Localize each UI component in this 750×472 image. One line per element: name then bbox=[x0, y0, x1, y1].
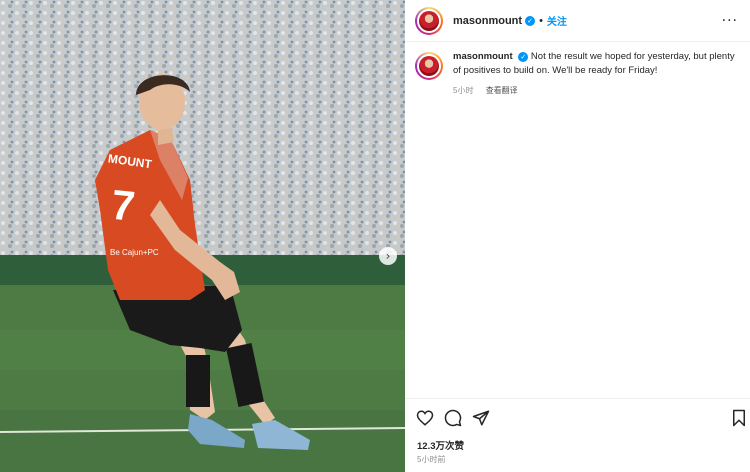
send-icon[interactable] bbox=[472, 409, 490, 427]
caption-username[interactable]: masonmount bbox=[453, 51, 513, 62]
action-bar bbox=[405, 398, 750, 438]
caption-time: 5小时 bbox=[453, 86, 474, 95]
post-detail-panel: masonmount ✓ • 关注 ··· masonmount ✓ Not t… bbox=[405, 0, 750, 472]
post-header: masonmount ✓ • 关注 ··· bbox=[405, 0, 750, 42]
post-author-username[interactable]: masonmount bbox=[453, 15, 522, 27]
post-photo: MOUNT 7 Be Cajun+PC › bbox=[0, 0, 405, 472]
caption-avatar[interactable] bbox=[415, 52, 443, 80]
comment-icon[interactable] bbox=[444, 409, 462, 427]
verified-badge-icon: ✓ bbox=[518, 52, 529, 62]
likes-count[interactable]: 12.3万次赞 bbox=[417, 438, 464, 452]
separator-dot: • bbox=[539, 14, 543, 27]
verified-badge-icon: ✓ bbox=[525, 15, 536, 26]
next-photo-button[interactable]: › bbox=[379, 247, 397, 265]
follow-button[interactable]: 关注 bbox=[547, 13, 567, 28]
jersey-sponsor: Be Cajun+PC bbox=[110, 248, 159, 257]
see-translation-link[interactable]: 查看翻译 bbox=[486, 86, 518, 95]
heart-icon[interactable] bbox=[416, 409, 434, 427]
avatar[interactable] bbox=[415, 6, 443, 35]
post-timestamp: 5小时前 bbox=[417, 455, 446, 464]
bookmark-icon[interactable] bbox=[730, 409, 748, 427]
player-photo: MOUNT 7 Be Cajun+PC bbox=[0, 0, 405, 472]
caption-comment: masonmount ✓ Not the result we hoped for… bbox=[415, 50, 740, 98]
more-options-icon[interactable]: ··· bbox=[722, 13, 738, 29]
jersey-number: 7 bbox=[109, 181, 137, 230]
